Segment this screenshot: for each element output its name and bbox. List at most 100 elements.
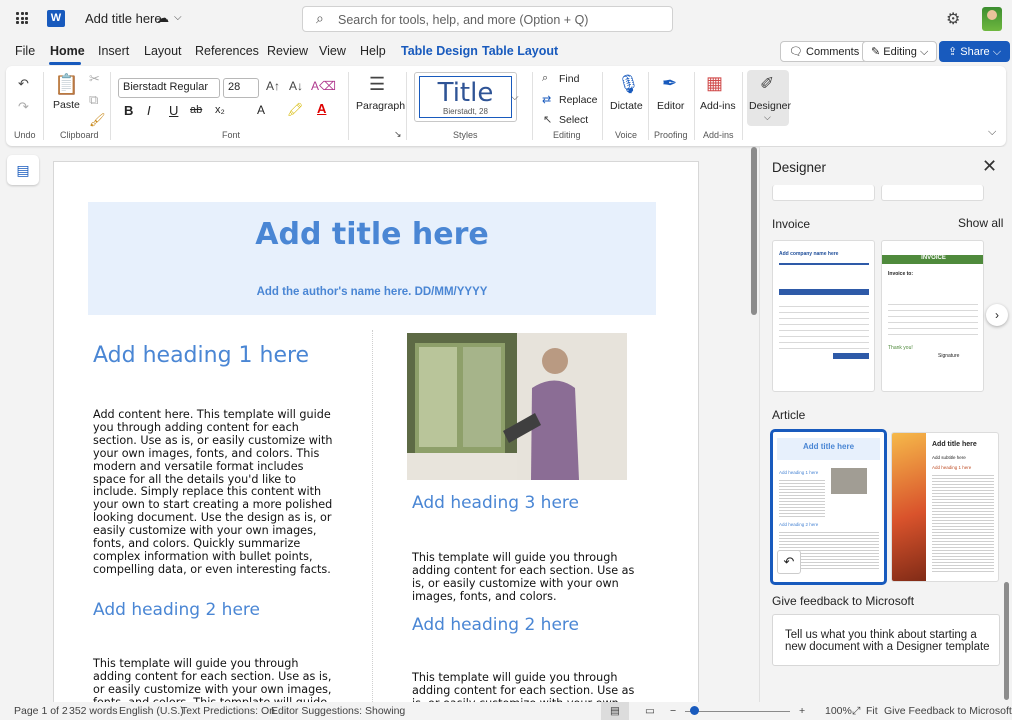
copy-icon[interactable]: ⧉ <box>89 92 98 108</box>
article-template-card-2[interactable]: Add title here Add subtitle here Add hea… <box>891 432 999 582</box>
invoice-template-card-1[interactable]: Add company name here <box>772 240 875 392</box>
tab-review[interactable]: Review <box>267 44 308 58</box>
dictate-button[interactable]: Dictate <box>610 100 643 112</box>
redo-icon[interactable]: ↷ <box>18 99 29 115</box>
chevron-right-icon[interactable]: › <box>986 304 1008 326</box>
gear-icon[interactable]: ⚙ <box>946 9 960 29</box>
editor-button[interactable]: Editor <box>657 100 684 112</box>
grow-font-icon[interactable]: A↑ <box>266 79 280 93</box>
text-predictions-status[interactable]: Text Predictions: On <box>181 705 275 717</box>
collapse-ribbon-icon[interactable]: ⌵ <box>988 126 996 139</box>
heading-1[interactable]: Add heading 1 here <box>93 343 309 368</box>
editing-mode-button[interactable]: ✎ Editing ⌵ <box>862 41 938 62</box>
undo-icon[interactable]: ↶ <box>18 76 29 92</box>
heading-2-right[interactable]: Add heading 2 here <box>412 615 579 635</box>
feedback-card[interactable]: Tell us what you think about starting a … <box>772 614 1000 666</box>
find-button[interactable]: Find <box>559 73 579 85</box>
close-icon[interactable]: ✕ <box>982 156 997 177</box>
zoom-slider-thumb[interactable] <box>690 706 699 715</box>
chevron-down-icon[interactable]: ⌵ <box>174 12 182 23</box>
heading-2-left[interactable]: Add heading 2 here <box>93 600 260 620</box>
body-paragraph-3[interactable]: This template will guide you through add… <box>412 551 642 604</box>
clear-format-icon[interactable]: A⌫ <box>311 79 336 93</box>
replace-button[interactable]: Replace <box>559 94 598 106</box>
designer-button[interactable]: ✐ Designer ⌵ <box>747 70 791 126</box>
change-case-button[interactable]: A <box>257 103 265 117</box>
pane-scrollbar[interactable] <box>1004 582 1009 700</box>
addins-icon[interactable]: ▦ <box>706 73 723 94</box>
highlight-icon[interactable]: 🖍 <box>287 102 304 118</box>
subscript-button[interactable]: x₂ <box>215 104 225 116</box>
app-launcher-icon[interactable] <box>16 12 28 24</box>
body-paragraph-2[interactable]: This template will guide you through add… <box>93 657 333 705</box>
font-color-icon[interactable]: A <box>317 101 326 116</box>
fit-icon[interactable]: ⤢ <box>852 705 860 718</box>
print-layout-icon[interactable]: ▤ <box>601 702 629 720</box>
microphone-icon[interactable]: 🎙 <box>617 74 640 95</box>
article-template-card-1[interactable]: Add title here Add heading 1 here Add he… <box>770 429 887 585</box>
paste-button[interactable]: Paste <box>53 99 80 111</box>
dialog-launcher-icon[interactable]: ↘ <box>394 129 402 140</box>
feedback-link[interactable]: Give Feedback to Microsoft <box>884 705 1012 717</box>
author-line[interactable]: Add the author's name here. DD/MM/YYYY <box>88 286 656 298</box>
document-title[interactable]: Add title here <box>85 11 162 26</box>
document-page[interactable]: Add title here Add the author's name her… <box>53 161 699 706</box>
tab-help[interactable]: Help <box>360 44 386 58</box>
cloud-save-icon[interactable]: ☁ <box>157 11 169 25</box>
invoice-template-card-2[interactable]: INVOICE Invoice to: Thank you! Signature <box>881 240 984 392</box>
addins-button[interactable]: Add-ins <box>700 100 736 112</box>
format-painter-icon[interactable]: 🖌 <box>89 112 106 128</box>
editor-suggestions-status[interactable]: Editor Suggestions: Showing <box>271 705 405 717</box>
tab-references[interactable]: References <box>195 44 259 58</box>
show-all-link[interactable]: Show all <box>958 216 1003 230</box>
body-paragraph-1[interactable]: Add content here. This template will gui… <box>93 408 333 577</box>
paragraph-button[interactable]: Paragraph <box>356 100 405 112</box>
document-photo[interactable] <box>407 333 627 480</box>
comments-button[interactable]: 🗨 Comments <box>780 41 869 62</box>
avatar[interactable] <box>982 7 1002 31</box>
editor-pen-icon[interactable]: ✒ <box>662 73 677 94</box>
zoom-out-icon[interactable]: − <box>670 705 676 717</box>
undo-icon[interactable]: ↶ <box>777 550 801 574</box>
bold-button[interactable]: B <box>124 103 133 118</box>
cut-icon[interactable]: ✂ <box>89 71 100 87</box>
tab-home[interactable]: Home <box>50 44 85 58</box>
tab-layout[interactable]: Layout <box>144 44 182 58</box>
styles-expand-icon[interactable]: ⌵ <box>511 92 519 103</box>
tab-table-layout[interactable]: Table Layout <box>482 44 558 58</box>
paragraph-icon[interactable]: ☰ <box>369 74 385 95</box>
shrink-font-icon[interactable]: A↓ <box>289 79 303 93</box>
body-paragraph-4[interactable]: This template will guide you through add… <box>412 671 642 705</box>
style-gallery[interactable]: Title Bierstadt, 28 <box>414 72 517 122</box>
document-scrollbar[interactable] <box>751 147 757 707</box>
strikethrough-button[interactable]: ab <box>190 104 202 116</box>
tab-file[interactable]: File <box>15 44 35 58</box>
zoom-slider[interactable] <box>685 711 790 712</box>
scrollbar-thumb[interactable] <box>751 147 757 315</box>
fit-button[interactable]: Fit <box>866 705 878 717</box>
word-count[interactable]: 352 words <box>69 705 117 717</box>
web-layout-icon[interactable]: ▭ <box>645 705 655 717</box>
language-indicator[interactable]: English (U.S.) <box>119 705 184 717</box>
paste-icon[interactable]: 📋 <box>54 72 79 97</box>
tab-table-design[interactable]: Table Design <box>401 44 478 58</box>
tab-insert[interactable]: Insert <box>98 44 129 58</box>
select-button[interactable]: Select <box>559 114 588 126</box>
share-button[interactable]: ⇪ Share ⌵ <box>939 41 1011 62</box>
template-card-partial[interactable] <box>881 185 984 201</box>
search-box[interactable]: ⌕ Search for tools, help, and more (Opti… <box>302 6 673 32</box>
zoom-level[interactable]: 100% <box>825 705 852 717</box>
ribbon: ↶ ↷ Undo 📋 Paste ✂ ⧉ 🖌 Clipboard Biersta… <box>6 66 1006 146</box>
font-size-select[interactable]: 28 <box>223 78 259 98</box>
navigation-pane-icon[interactable]: ▤ <box>7 155 39 185</box>
document-title-heading[interactable]: Add title here <box>88 217 656 252</box>
zoom-in-icon[interactable]: + <box>799 705 805 717</box>
page-count[interactable]: Page 1 of 2 <box>14 705 68 717</box>
heading-3[interactable]: Add heading 3 here <box>412 493 579 513</box>
tab-view[interactable]: View <box>319 44 346 58</box>
underline-button[interactable]: U <box>169 103 178 118</box>
font-name-select[interactable]: Bierstadt Regular <box>118 78 220 98</box>
template-card-partial[interactable] <box>772 185 875 201</box>
italic-button[interactable]: I <box>147 103 151 118</box>
style-title-item[interactable]: Title Bierstadt, 28 <box>419 76 512 118</box>
